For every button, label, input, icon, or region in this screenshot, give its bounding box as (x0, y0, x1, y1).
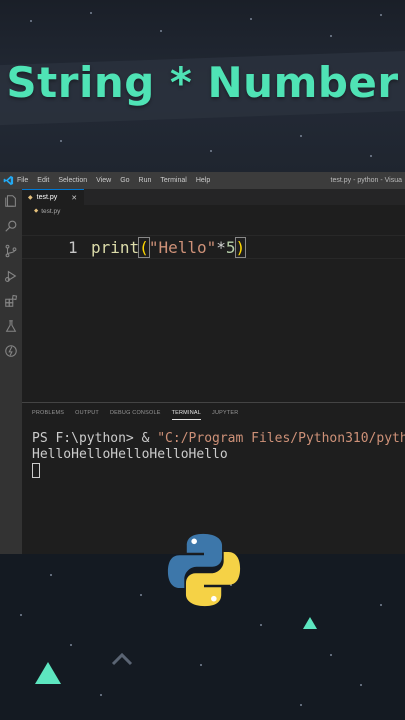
window-title: test.py - python - Visua (330, 177, 402, 184)
code-number: 5 (225, 238, 236, 257)
menu-run[interactable]: Run (139, 177, 152, 184)
menu-edit[interactable]: Edit (37, 177, 49, 184)
editor-area: ◆ test.py ✕ ◆ test.py 1 print("Hello"*5)… (22, 189, 405, 554)
breadcrumb-file: test.py (41, 207, 61, 215)
menu-bar: File Edit Selection View Go Run Terminal Help (17, 177, 219, 184)
close-icon[interactable]: ✕ (71, 194, 77, 202)
menu-selection[interactable]: Selection (58, 177, 87, 184)
menu-help[interactable]: Help (196, 177, 210, 184)
breadcrumb[interactable]: ◆ test.py (22, 205, 405, 217)
python-file-icon: ◆ (34, 208, 39, 214)
menu-file[interactable]: File (17, 177, 28, 184)
tab-problems[interactable]: PROBLEMS (32, 407, 64, 419)
editor-tabs: ◆ test.py ✕ (22, 189, 405, 205)
code-line-1[interactable]: 1 print("Hello"*5) (22, 235, 405, 259)
python-logo-icon (167, 533, 241, 607)
triangle-decoration-icon (35, 662, 61, 684)
terminal-cursor (32, 463, 40, 478)
vscode-logo-icon (0, 172, 17, 189)
activity-bar (0, 189, 22, 554)
menu-go[interactable]: Go (120, 177, 129, 184)
tab-test-py[interactable]: ◆ test.py ✕ (22, 189, 85, 205)
terminal-result: HelloHelloHelloHelloHello (32, 447, 228, 462)
code-function: print (91, 238, 140, 257)
menu-view[interactable]: View (96, 177, 111, 184)
remote-icon[interactable] (4, 343, 18, 357)
explorer-icon[interactable] (4, 193, 18, 207)
title-bar: File Edit Selection View Go Run Terminal Help t… (0, 172, 405, 189)
tab-terminal[interactable]: TERMINAL (171, 407, 201, 420)
python-file-icon: ◆ (28, 195, 33, 201)
video-title: String * Number (6, 58, 399, 107)
code-open-paren: ( (138, 237, 150, 258)
code-text[interactable]: print("Hello"*5) (91, 237, 247, 258)
terminal-prompt: PS F:\python> & (32, 431, 158, 446)
panel-tabs: PROBLEMS OUTPUT DEBUG CONSOLE TERMINAL J… (22, 403, 405, 423)
code-close-paren: ) (234, 237, 247, 258)
code-string: "Hello" (148, 238, 217, 257)
text-cursor (245, 239, 247, 256)
code-operator: * (216, 238, 226, 257)
search-icon[interactable] (4, 218, 18, 232)
terminal-output[interactable]: PS F:\python> & "C:/Program Files/Python… (32, 431, 405, 480)
tab-debug-console[interactable]: DEBUG CONSOLE (110, 407, 161, 419)
tab-output[interactable]: OUTPUT (75, 407, 99, 419)
title-banner: String * Number (0, 0, 405, 172)
line-number: 1 (68, 238, 78, 257)
terminal-command-path: "C:/Program Files/Python310/pyth (157, 431, 405, 446)
triangle-decoration-icon (303, 617, 317, 629)
run-debug-icon[interactable] (4, 268, 18, 282)
tab-jupyter[interactable]: JUPYTER (212, 407, 238, 419)
tab-label: test.py (36, 194, 58, 201)
source-control-icon[interactable] (4, 243, 18, 258)
chevron-up-icon (111, 652, 133, 666)
testing-icon[interactable] (4, 318, 18, 332)
menu-terminal[interactable]: Terminal (160, 177, 186, 184)
extensions-icon[interactable] (4, 293, 18, 307)
vscode-window: File Edit Selection View Go Run Terminal Help t… (0, 172, 405, 554)
